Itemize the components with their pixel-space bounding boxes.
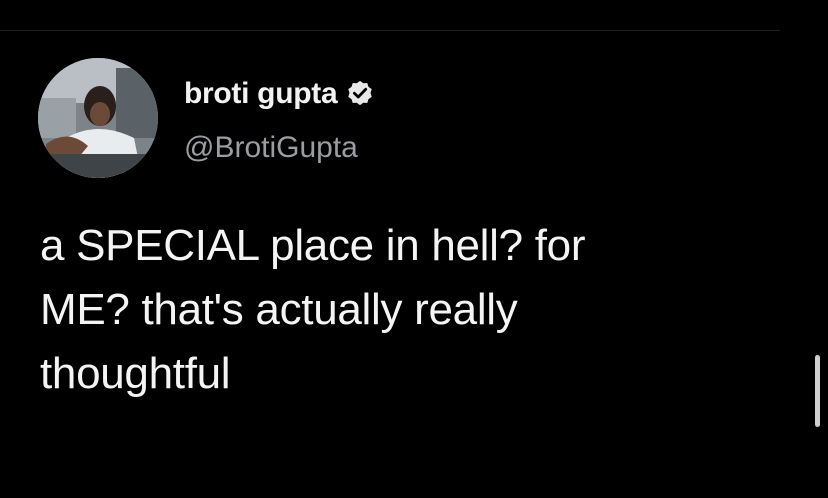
author-name-row[interactable]: broti gupta [184,76,375,112]
tweet-text-line: ME? that's actually really [40,285,518,334]
avatar-photo [38,58,158,178]
avatar[interactable] [38,58,158,178]
scrollbar-thumb[interactable] [815,355,820,427]
tweet-text-line: thoughtful [40,349,231,398]
tweet-body: a SPECIAL place in hell? for ME? that's … [40,214,780,406]
author-handle[interactable]: @BrotiGupta [184,131,358,165]
tweet-text-line: a SPECIAL place in hell? for [40,221,586,270]
tweet-card[interactable]: broti gupta @BrotiGupta a SPECIAL place … [0,0,828,498]
verified-badge-icon [345,79,375,109]
author-display-name[interactable]: broti gupta [184,77,338,111]
